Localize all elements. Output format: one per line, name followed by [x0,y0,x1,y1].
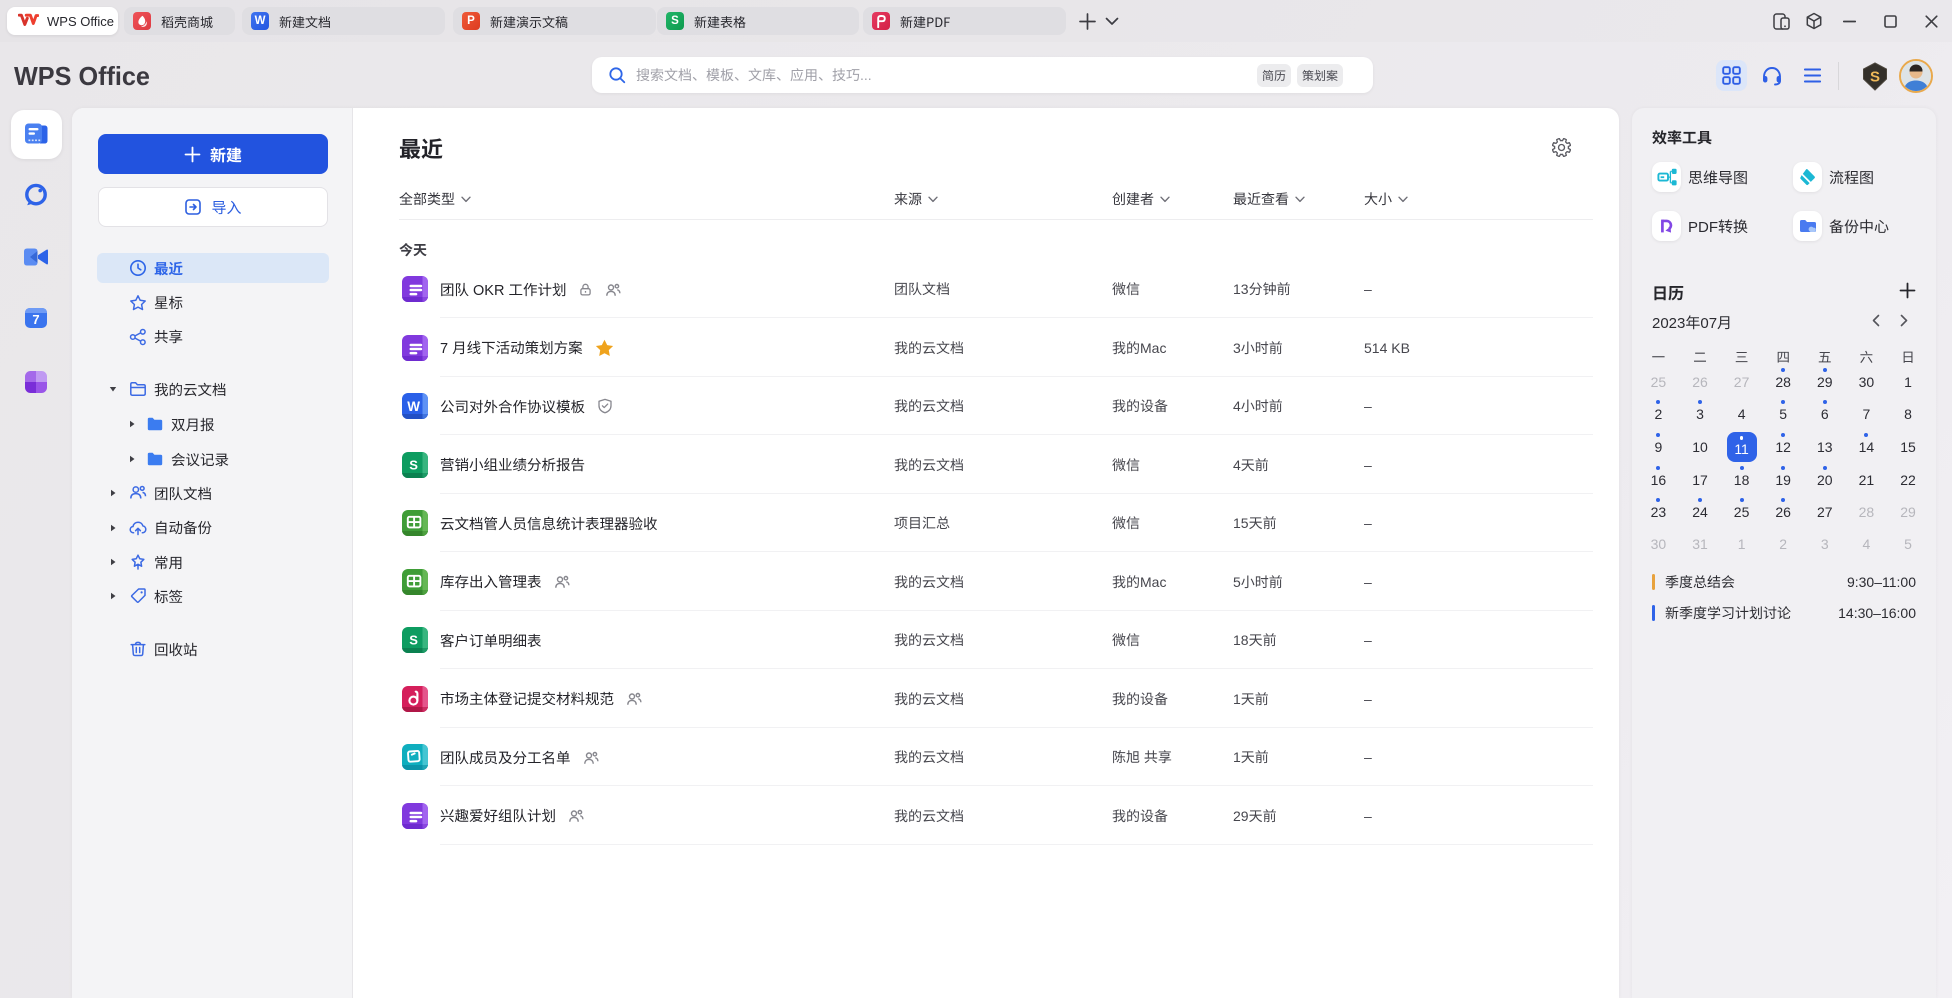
svg-text:S: S [1870,69,1880,86]
svg-text:7: 7 [32,312,39,327]
